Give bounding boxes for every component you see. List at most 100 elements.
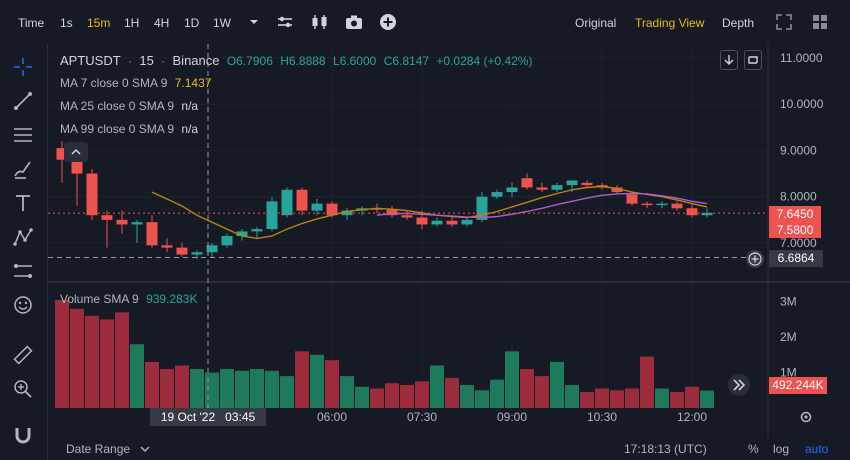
top-toolbar: Time 1s 15m 1H 4H 1D 1W Original Trading… <box>0 0 850 44</box>
grid-layout-icon[interactable] <box>810 12 830 32</box>
volume-bar <box>355 386 369 408</box>
volume-bar <box>550 361 564 408</box>
candle-body <box>506 187 518 193</box>
volume-bar <box>460 384 474 408</box>
chart-area[interactable]: 11.0000 10.0000 9.0000 8.0000 7.0000 3M 2M 1M 06… <box>48 44 850 438</box>
ma99-legend[interactable]: MA 99 close 0 SMA 9 n/a <box>60 122 202 136</box>
view-trading-view[interactable]: Trading View <box>635 16 704 30</box>
candle-body <box>266 201 278 230</box>
time-tick-label: 12:00 <box>677 410 707 424</box>
brush-icon[interactable] <box>12 158 34 180</box>
candle-body <box>176 247 188 255</box>
timeframe-4h[interactable]: 4H <box>154 16 169 30</box>
ma7-legend[interactable]: MA 7 close 0 SMA 9 7.1437 <box>60 76 215 90</box>
reset-chart-button[interactable] <box>744 50 762 70</box>
timeframe-1h[interactable]: 1H <box>124 16 139 30</box>
scroll-down-button[interactable] <box>720 50 738 70</box>
text-tool-icon[interactable] <box>12 192 34 214</box>
volume-bar <box>565 384 579 408</box>
crosshair-date: 19 Oct '22 <box>160 410 216 424</box>
volume-label: Volume SMA 9 <box>60 292 139 306</box>
log-toggle[interactable]: log <box>773 442 789 456</box>
indicator-settings-icon[interactable] <box>275 12 295 32</box>
volume-bar <box>490 379 504 408</box>
candle-body <box>101 215 113 220</box>
view-depth[interactable]: Depth <box>722 16 754 30</box>
measure-icon[interactable] <box>12 260 34 282</box>
price-tick-label: 7.0000 <box>780 236 817 250</box>
crosshair-icon[interactable] <box>12 56 34 78</box>
price-tick-label: 10.0000 <box>780 97 824 111</box>
candlestick-icon[interactable] <box>310 12 330 32</box>
candle-body <box>581 182 593 186</box>
timeframe-15m[interactable]: 15m <box>87 16 110 30</box>
view-original[interactable]: Original <box>575 16 616 30</box>
timeframe-time[interactable]: Time <box>18 16 44 30</box>
candle-body <box>521 178 533 188</box>
volume-bar <box>580 392 594 408</box>
ma99-label: MA 99 close 0 SMA 9 <box>60 122 175 136</box>
candle-body <box>311 203 323 211</box>
chevron-down-icon[interactable] <box>139 444 151 454</box>
volume-tick-label: 3M <box>780 295 797 309</box>
auto-toggle[interactable]: auto <box>805 442 828 456</box>
open-value: O6.7906 <box>226 54 273 68</box>
symbol-name[interactable]: APTUSDT <box>60 53 121 68</box>
camera-icon[interactable] <box>344 12 364 32</box>
volume-bar <box>685 386 699 408</box>
magnet-icon[interactable] <box>12 424 34 446</box>
date-range-button[interactable]: Date Range <box>66 442 130 456</box>
candle-body <box>461 219 473 225</box>
candle-body <box>86 173 98 216</box>
volume-legend[interactable]: Volume SMA 9 939.283K <box>60 292 201 306</box>
zoom-in-icon[interactable] <box>12 378 34 400</box>
volume-bar <box>160 369 174 408</box>
horizontal-lines-icon[interactable] <box>12 124 34 146</box>
volume-bar <box>415 381 429 408</box>
candle-body <box>671 203 683 209</box>
scroll-to-realtime-button[interactable] <box>728 374 750 396</box>
utc-clock[interactable]: 17:18:13 (UTC) <box>624 442 707 456</box>
volume-bar <box>265 370 279 408</box>
candle-body <box>431 220 443 225</box>
price-tick-label: 9.0000 <box>780 143 817 157</box>
ma25-label: MA 25 close 0 SMA 9 <box>60 99 175 113</box>
emoji-icon[interactable] <box>12 294 34 316</box>
volume-bar <box>610 390 624 408</box>
volume-bar <box>430 365 444 408</box>
volume-bar <box>655 388 669 408</box>
time-axis-settings-button[interactable] <box>796 408 816 426</box>
timeframe-1d[interactable]: 1D <box>184 16 199 30</box>
candle-body <box>161 245 173 248</box>
collapse-legend-button[interactable] <box>64 142 88 162</box>
timeframe-1w[interactable]: 1W <box>213 16 231 30</box>
add-alert-button[interactable] <box>746 250 764 268</box>
volume-bar <box>115 312 129 408</box>
ruler-icon[interactable] <box>12 344 34 366</box>
volume-bar <box>220 369 234 408</box>
timeframe-1s[interactable]: 1s <box>60 16 73 30</box>
candle-body <box>626 194 638 204</box>
add-icon[interactable] <box>378 12 398 32</box>
volume-tick-label: 2M <box>780 330 797 344</box>
percent-toggle[interactable]: % <box>748 442 759 456</box>
interval-value: 15 <box>139 53 154 68</box>
last-volume-tag: 492.244K <box>769 377 827 394</box>
volume-bar <box>235 370 249 408</box>
trend-line-icon[interactable] <box>12 90 34 112</box>
double-chevron-right-icon <box>733 379 746 391</box>
candle-body <box>551 185 563 190</box>
candle-body <box>191 252 203 255</box>
volume-bar <box>100 319 114 408</box>
chevron-down-icon[interactable] <box>244 12 264 32</box>
candle-body <box>416 217 428 225</box>
pattern-icon[interactable] <box>12 226 34 248</box>
fullscreen-icon[interactable] <box>774 12 794 32</box>
candle-body <box>566 180 578 186</box>
ma25-legend[interactable]: MA 25 close 0 SMA 9 n/a <box>60 99 202 113</box>
candle-body <box>536 187 548 190</box>
volume-bar <box>70 308 84 408</box>
ma7-value: 7.1437 <box>174 76 212 90</box>
candle-body <box>656 203 668 206</box>
close-value: C6.8147 <box>383 54 430 68</box>
